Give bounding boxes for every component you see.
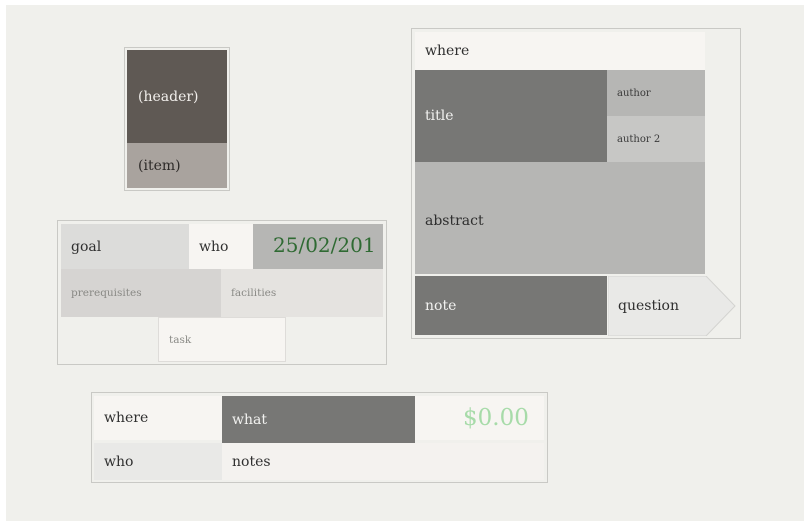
legend-card: (header) (item) bbox=[124, 47, 230, 191]
date-value: 25/02/201 bbox=[273, 232, 376, 257]
title-cell[interactable]: title bbox=[415, 70, 607, 162]
prerequisites-label: prerequisites bbox=[71, 287, 142, 299]
author-label: author bbox=[617, 87, 651, 99]
who-cell[interactable]: who bbox=[189, 224, 253, 269]
where-cell[interactable]: where bbox=[415, 32, 705, 70]
note-cell[interactable]: note bbox=[415, 276, 607, 335]
legend-header-cell[interactable]: (header) bbox=[127, 50, 227, 143]
abstract-label: abstract bbox=[425, 213, 484, 229]
where-label: where bbox=[425, 43, 470, 59]
prerequisites-cell[interactable]: prerequisites bbox=[61, 269, 221, 317]
expense-where-label: where bbox=[104, 410, 149, 426]
expense-where-cell[interactable]: where bbox=[94, 396, 222, 440]
note-label: note bbox=[425, 297, 457, 314]
goal-cell[interactable]: goal bbox=[61, 224, 189, 269]
what-cell[interactable]: what bbox=[222, 396, 415, 443]
task-card: goal who 25/02/201 prerequisites facilit… bbox=[57, 220, 387, 365]
title-label: title bbox=[425, 108, 454, 124]
question-cell[interactable]: question bbox=[608, 276, 708, 336]
author2-cell[interactable]: author 2 bbox=[607, 116, 705, 162]
notes-cell[interactable]: notes bbox=[222, 443, 544, 480]
amount-cell[interactable]: $0.00 bbox=[415, 396, 544, 440]
facilities-cell[interactable]: facilities bbox=[221, 269, 383, 317]
what-label: what bbox=[232, 411, 267, 428]
author-cell[interactable]: author bbox=[607, 70, 705, 116]
goal-label: goal bbox=[71, 238, 102, 255]
date-cell[interactable]: 25/02/201 bbox=[253, 224, 383, 269]
task-cell[interactable]: task bbox=[158, 317, 286, 362]
expense-who-cell[interactable]: who bbox=[94, 443, 222, 480]
paper-card: where title author author 2 abstract not… bbox=[411, 28, 741, 339]
expense-who-label: who bbox=[104, 453, 134, 470]
who-label: who bbox=[199, 238, 229, 255]
notes-label: notes bbox=[232, 453, 271, 470]
author2-label: author 2 bbox=[617, 133, 661, 145]
facilities-label: facilities bbox=[231, 287, 277, 299]
task-label: task bbox=[169, 333, 192, 346]
amount-value: $0.00 bbox=[463, 405, 529, 431]
question-label: question bbox=[618, 298, 679, 314]
legend-item-cell[interactable]: (item) bbox=[127, 143, 227, 188]
abstract-cell[interactable]: abstract bbox=[415, 162, 705, 274]
canvas: (header) (item) goal who 25/02/201 prere… bbox=[6, 5, 804, 521]
legend-header-label: (header) bbox=[138, 88, 199, 105]
expense-card: where what $0.00 who notes bbox=[91, 392, 548, 483]
legend-item-label: (item) bbox=[138, 157, 181, 174]
